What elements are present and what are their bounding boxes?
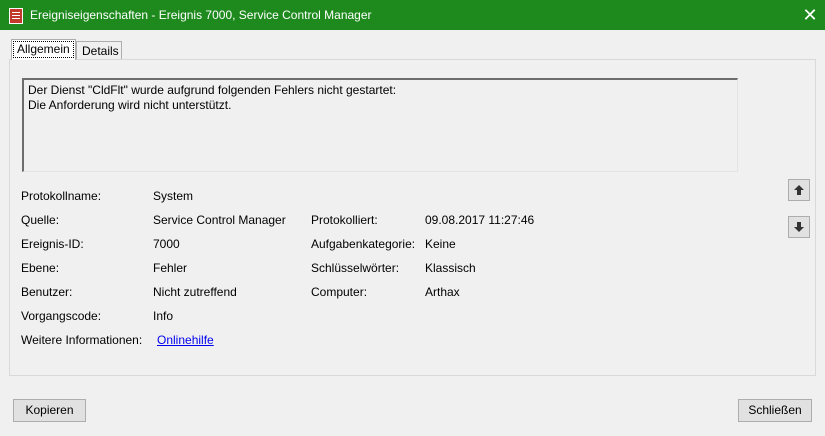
ereignis-id-value: 7000	[153, 237, 180, 251]
aufgabenkategorie-value: Keine	[425, 237, 456, 251]
protokollname-label: Protokollname:	[21, 189, 102, 203]
quelle-value: Service Control Manager	[153, 213, 286, 227]
close-dialog-button[interactable]: Schließen	[738, 399, 812, 422]
benutzer-label: Benutzer:	[21, 285, 73, 299]
schluesselwoerter-value: Klassisch	[425, 261, 476, 275]
aufgabenkategorie-label: Aufgabenkategorie:	[311, 237, 416, 251]
vorgangscode-value: Info	[153, 309, 174, 323]
quelle-label: Quelle:	[21, 213, 60, 227]
window-title: Ereigniseigenschaften - Ereignis 7000, S…	[30, 8, 372, 22]
ereignis-id-label: Ereignis-ID:	[21, 237, 84, 251]
copy-button[interactable]: Kopieren	[13, 399, 86, 422]
message-line-2: Die Anforderung wird nicht unterstützt.	[28, 98, 232, 112]
ebene-label: Ebene:	[21, 261, 60, 275]
computer-value: Arthax	[425, 285, 460, 299]
weitere-informationen-label: Weitere Informationen:	[21, 333, 143, 347]
ebene-value: Fehler	[153, 261, 188, 275]
schluesselwoerter-label: Schlüsselwörter:	[311, 261, 400, 275]
title-bar: Ereigniseigenschaften - Ereignis 7000, S…	[0, 0, 825, 30]
event-message-box[interactable]: Der Dienst "CldFlt" wurde aufgrund folge…	[22, 78, 738, 172]
onlinehilfe-link[interactable]: Onlinehilfe	[157, 332, 214, 348]
computer-label: Computer:	[311, 285, 368, 299]
vorgangscode-label: Vorgangscode:	[21, 309, 102, 323]
tab-details[interactable]: Details	[76, 41, 122, 60]
next-event-button[interactable]	[788, 216, 810, 238]
protokolliert-value: 09.08.2017 11:27:46	[425, 213, 535, 227]
benutzer-value: Nicht zutreffend	[153, 285, 237, 299]
protokolliert-label: Protokolliert:	[311, 213, 378, 227]
arrow-down-icon	[794, 222, 804, 232]
message-line-1: Der Dienst "CldFlt" wurde aufgrund folge…	[28, 83, 397, 97]
arrow-up-icon	[794, 185, 804, 195]
tab-allgemein[interactable]: Allgemein	[11, 39, 76, 60]
close-button[interactable]: ✕	[795, 0, 825, 30]
protokollname-value: System	[153, 189, 194, 203]
event-viewer-icon	[9, 8, 23, 24]
previous-event-button[interactable]	[788, 179, 810, 201]
